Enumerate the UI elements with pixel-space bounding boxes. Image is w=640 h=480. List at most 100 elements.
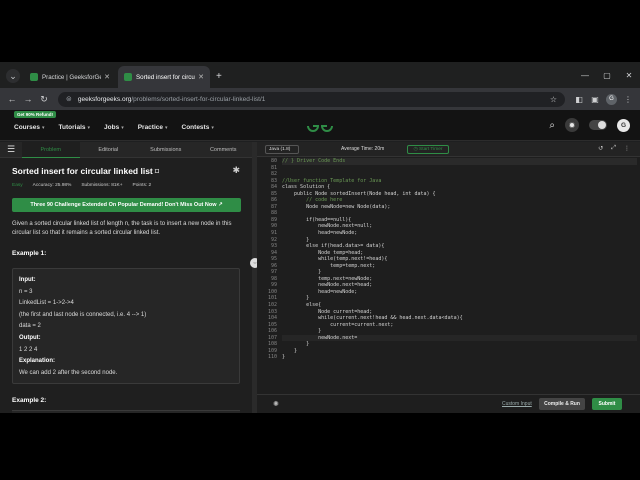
close-icon[interactable]: ✕	[104, 73, 110, 81]
nav-label: Tutorials	[58, 124, 86, 131]
code-line[interactable]: }	[282, 354, 637, 361]
address-bar-row: ← → ↻ ⊜ geeksforgeeks.org/problems/sorte…	[0, 88, 640, 110]
accuracy: Accuracy: 25.98%	[32, 183, 72, 188]
tab-submissions[interactable]: Submissions	[137, 142, 195, 158]
custom-input-link[interactable]: Custom Input	[502, 401, 532, 407]
chevron-down-icon: ▾	[87, 125, 91, 131]
search-icon[interactable]: ⌕	[549, 120, 555, 131]
problem-title: Sorted insert for circular linked list ⌑	[12, 166, 159, 176]
gfg-logo-icon[interactable]	[306, 119, 334, 133]
header-actions: ⌕ ✹ G	[549, 118, 630, 132]
chevron-down-icon: ▾	[211, 125, 214, 131]
editor-toolbar: Java (1.8) Average Time: 20m ◷ Start Tim…	[257, 142, 640, 157]
points: Points: 2	[132, 183, 152, 188]
chevron-down-icon: ▾	[42, 125, 45, 131]
reset-icon[interactable]: ↺	[598, 145, 603, 152]
bookmark-icon[interactable]: ⌑	[155, 167, 159, 176]
problem-title-text: Sorted insert for circular linked list	[12, 166, 153, 176]
submissions-count: Submissions: 81K+	[81, 183, 123, 188]
example-explanation: We can add 2 after the second node.	[19, 369, 118, 376]
report-bug-icon[interactable]: ✱	[232, 165, 240, 176]
problem-description: Given a sorted circular linked list of l…	[12, 221, 232, 236]
example-line: n = 3	[19, 288, 33, 295]
tab-strip: ⌄ Practice | GeeksforGeeks | A c ✕ Sorte…	[0, 62, 640, 88]
submit-button[interactable]: Submit	[592, 398, 622, 410]
average-time: Average Time: 20m	[341, 146, 385, 152]
gfg-favicon-icon	[124, 73, 132, 81]
site-info-icon[interactable]: ⊜	[66, 95, 72, 103]
url-path: /problems/sorted-insert-for-circular-lin…	[131, 95, 266, 103]
url-domain: geeksforgeeks.org	[77, 95, 132, 103]
compile-run-button[interactable]: Compile & Run	[539, 398, 585, 410]
letterbox-bottom	[0, 413, 640, 480]
nav-label: Contests	[181, 124, 210, 131]
reload-icon[interactable]: ↻	[36, 94, 52, 105]
window-controls: — ▢ ✕	[574, 62, 640, 88]
code-editor-panel: Java (1.8) Average Time: 20m ◷ Start Tim…	[257, 142, 640, 413]
extensions-icon[interactable]: ◧	[571, 95, 587, 104]
new-tab-icon[interactable]: +	[216, 71, 222, 82]
example-1-heading: Example 1:	[12, 250, 47, 257]
hamburger-menu-icon[interactable]: ☰	[0, 144, 22, 155]
example-line: LinkedList = 1->2->4	[19, 300, 74, 307]
sidepanel-icon[interactable]: ▣	[587, 95, 603, 104]
line-number-gutter: 80 81 82 83 84 85 86 87 88 89 90 91 92 93 94 95 96 97 98 99…	[257, 158, 279, 394]
fullscreen-icon[interactable]: ⤢	[611, 145, 616, 152]
start-timer-button[interactable]: ◷ Start Timer	[407, 145, 449, 154]
url-field[interactable]: ⊜ geeksforgeeks.org/problems/sorted-inse…	[58, 91, 565, 107]
nav-courses[interactable]: Courses ▾	[14, 124, 45, 131]
menu-icon[interactable]: ⋮	[620, 95, 636, 104]
user-avatar[interactable]: G	[617, 118, 630, 132]
site-header: Get 90% Refund! Courses ▾ Tutorials ▾ Jobs…	[0, 110, 640, 141]
chevron-down-icon: ▾	[165, 125, 168, 131]
input-label: Input:	[19, 277, 36, 283]
nav-contests[interactable]: Contests ▾	[182, 124, 214, 131]
nav-label: Courses	[14, 124, 41, 131]
nav-label: Practice	[137, 124, 163, 131]
tab-editorial[interactable]: Editorial	[80, 142, 138, 158]
nav-jobs[interactable]: Jobs ▾	[104, 124, 124, 131]
nav-label: Jobs	[104, 124, 120, 131]
editor-footer: ✺ Custom Input Compile & Run Submit	[257, 394, 640, 413]
close-icon[interactable]: ✕	[198, 73, 204, 81]
bookmark-star-icon[interactable]: ☆	[550, 95, 557, 104]
example-2-heading: Example 2:	[12, 397, 47, 404]
close-window-icon[interactable]: ✕	[618, 71, 640, 80]
problem-panel: ☰ Problem Editorial Submissions Comments…	[0, 141, 253, 413]
ai-assist-icon[interactable]: ✺	[273, 400, 279, 408]
tab-problem[interactable]: Problem	[22, 141, 80, 158]
line-number: 110	[267, 354, 277, 361]
challenge-banner[interactable]: Three 90 Challenge Extended On Popular D…	[12, 198, 241, 212]
maximize-icon[interactable]: ▢	[596, 71, 618, 80]
tab-search-icon[interactable]: ⌄	[6, 69, 20, 83]
example-line: data = 2	[19, 323, 41, 330]
forward-icon[interactable]: →	[20, 94, 36, 104]
profile-avatar[interactable]: G	[606, 93, 617, 105]
problem-tabs: ☰ Problem Editorial Submissions Comments	[0, 141, 253, 158]
editor-actions: ↺ ⤢ ⋮	[598, 145, 630, 152]
minimize-icon[interactable]: —	[574, 71, 596, 80]
code-lines[interactable]: // } Driver Code Ends//User function Tem…	[282, 158, 637, 361]
language-select[interactable]: Java (1.8)	[265, 144, 299, 154]
difficulty-badge: Easy	[12, 183, 23, 188]
more-options-icon[interactable]: ⋮	[624, 145, 630, 152]
code-area[interactable]: 80 81 82 83 84 85 86 87 88 89 90 91 92 93 94 95 96 97 98 99…	[257, 158, 640, 394]
chevron-down-icon: ▾	[121, 125, 124, 131]
browser-tab-practice[interactable]: Practice | GeeksforGeeks | A c ✕	[24, 66, 116, 88]
promo-badge[interactable]: Get 90% Refund!	[14, 111, 57, 118]
gfg-favicon-icon	[30, 73, 38, 81]
back-icon[interactable]: ←	[4, 94, 20, 104]
tab-comments[interactable]: Comments	[195, 142, 253, 158]
nav-practice[interactable]: Practice ▾	[138, 124, 168, 131]
theme-toggle[interactable]	[589, 120, 607, 130]
external-link-icon: ↗	[218, 202, 223, 208]
problem-meta: Easy Accuracy: 25.98% Submissions: 81K+ …	[12, 183, 151, 188]
nav-tutorials[interactable]: Tutorials ▾	[59, 124, 90, 131]
example-line: (the first and last node is connected, i…	[19, 311, 147, 318]
settings-icon[interactable]: ✹	[565, 118, 579, 132]
browser-tab-sorted-insert[interactable]: Sorted insert for circular linked li ✕	[118, 66, 210, 88]
browser-window: ⌄ Practice | GeeksforGeeks | A c ✕ Sorte…	[0, 62, 640, 413]
example-output: 1 2 2 4	[19, 346, 38, 353]
example-1-box: Input: n = 3 LinkedList = 1->2->4 (the f…	[12, 268, 240, 384]
tab-title: Sorted insert for circular linked li	[136, 73, 195, 81]
